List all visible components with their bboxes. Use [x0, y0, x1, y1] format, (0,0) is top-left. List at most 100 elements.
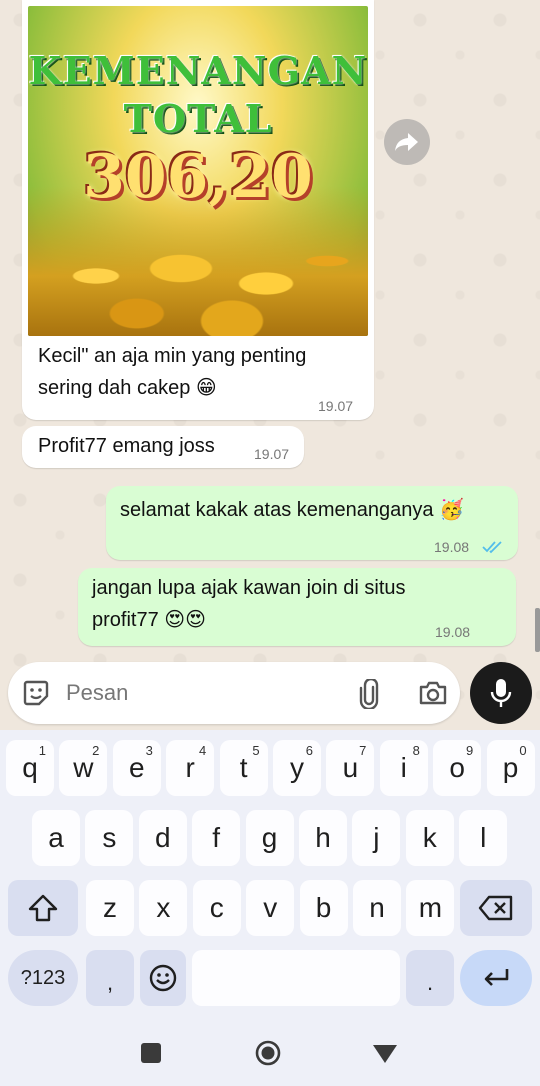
shift-key[interactable] — [8, 880, 78, 936]
keyboard: q1w2e3r4t5y6u7i8o9p0 asdfghjkl zxcvbnm ?… — [0, 730, 540, 1086]
key-f[interactable]: f — [192, 810, 241, 866]
key-w[interactable]: w2 — [59, 740, 108, 796]
key-i[interactable]: i8 — [379, 740, 428, 796]
symbols-key[interactable]: ?123 — [8, 950, 78, 1006]
period-key[interactable]: . — [406, 950, 454, 1006]
key-label: a — [48, 822, 64, 853]
promo-title-line2: TOTAL — [123, 96, 273, 141]
key-label: d — [155, 822, 171, 853]
key-label: g — [261, 822, 278, 853]
forward-button[interactable] — [384, 119, 430, 165]
read-receipt-icon — [482, 541, 502, 554]
key-label: f — [212, 822, 221, 853]
space-key[interactable] — [192, 950, 400, 1006]
camera-icon[interactable] — [418, 680, 448, 706]
key-label: c — [209, 892, 224, 923]
message-time: 19.07 — [254, 446, 290, 462]
key-j[interactable]: j — [352, 810, 401, 866]
backspace-icon — [478, 895, 513, 921]
key-m[interactable]: m — [406, 880, 455, 936]
key-label: r — [185, 752, 195, 783]
key-label: l — [480, 822, 487, 853]
key-hint: 8 — [412, 743, 420, 758]
key-hint: 1 — [38, 743, 46, 758]
key-y[interactable]: y6 — [273, 740, 321, 796]
enter-icon — [484, 969, 509, 986]
promo-image[interactable]: KEMENANGAN TOTAL 306,20 — [28, 6, 368, 336]
key-hint: 7 — [359, 743, 367, 758]
backspace-key[interactable] — [460, 880, 532, 936]
incoming-message-bubble[interactable]: Profit77 emang joss 19.07 — [22, 426, 304, 468]
shift-icon — [28, 894, 58, 922]
scrollbar[interactable] — [535, 608, 540, 652]
key-u[interactable]: u7 — [326, 740, 375, 796]
key-hint: 6 — [305, 743, 313, 758]
key-label: i — [400, 752, 407, 783]
key-label: b — [315, 892, 332, 923]
key-label: j — [373, 822, 380, 853]
key-l[interactable]: l — [459, 810, 508, 866]
back-button[interactable] — [372, 1044, 398, 1064]
key-t[interactable]: t5 — [219, 740, 268, 796]
key-label: q — [22, 752, 38, 783]
key-label: z — [103, 892, 117, 923]
key-o[interactable]: o9 — [433, 740, 482, 796]
key-q[interactable]: q1 — [6, 740, 54, 796]
enter-key[interactable] — [460, 950, 532, 1006]
promo-title-line1: KEMENANGAN — [28, 48, 368, 93]
mic-button[interactable] — [470, 662, 532, 724]
key-p[interactable]: p0 — [486, 740, 535, 796]
message-input[interactable]: Pesan — [66, 680, 128, 706]
message-time: 19.07 — [318, 398, 354, 414]
emoji-key[interactable] — [140, 950, 186, 1006]
comma-key[interactable]: , — [86, 950, 134, 1006]
message-text: Profit77 emang joss — [38, 435, 215, 457]
message-text: jangan lupa ajak kawan join di situs pro… — [92, 577, 406, 631]
key-c[interactable]: c — [192, 880, 241, 936]
outgoing-message-bubble[interactable]: selamat kakak atas kemenanganya 🥳 19.08 — [106, 486, 518, 560]
message-composer[interactable]: Pesan — [8, 662, 460, 724]
message-text: selamat kakak atas kemenanganya 🥳 — [120, 499, 464, 521]
key-label: k — [422, 822, 437, 853]
attach-icon[interactable] — [358, 679, 380, 709]
key-label: y — [290, 752, 304, 783]
promo-amount: 306,20 — [83, 142, 313, 212]
image-message-bubble[interactable]: KEMENANGAN TOTAL 306,20 Kecil" an aja mi… — [22, 0, 374, 420]
key-a[interactable]: a — [32, 810, 80, 866]
key-label: p — [502, 752, 519, 783]
message-time: 19.08 — [435, 624, 471, 640]
key-hint: 9 — [465, 743, 474, 758]
key-r[interactable]: r4 — [166, 740, 215, 796]
sticker-icon[interactable] — [22, 679, 50, 707]
home-button[interactable] — [254, 1039, 282, 1067]
key-s[interactable]: s — [85, 810, 134, 866]
key-label: s — [102, 822, 117, 853]
key-label: t — [239, 752, 248, 783]
key-n[interactable]: n — [353, 880, 401, 936]
outgoing-message-bubble[interactable]: jangan lupa ajak kawan join di situs pro… — [78, 568, 516, 646]
message-time: 19.08 — [434, 539, 470, 555]
key-d[interactable]: d — [138, 810, 187, 866]
key-label: m — [418, 892, 443, 923]
key-v[interactable]: v — [246, 880, 295, 936]
chat-area[interactable]: KEMENANGAN TOTAL 306,20 Kecil" an aja mi… — [0, 0, 540, 730]
key-hint: 2 — [92, 743, 100, 758]
key-hint: 5 — [252, 743, 260, 758]
key-hint: 0 — [519, 743, 527, 758]
image-caption: Kecil" an aja min yang penting sering da… — [38, 345, 307, 399]
recents-button[interactable] — [141, 1043, 161, 1063]
key-b[interactable]: b — [299, 880, 348, 936]
key-z[interactable]: z — [86, 880, 134, 936]
forward-icon — [395, 133, 418, 151]
key-label: v — [263, 892, 278, 923]
key-label: x — [156, 892, 171, 923]
key-e[interactable]: e3 — [112, 740, 161, 796]
key-x[interactable]: x — [139, 880, 188, 936]
key-label: e — [129, 752, 145, 783]
key-label: h — [315, 822, 331, 853]
key-g[interactable]: g — [245, 810, 294, 866]
key-h[interactable]: h — [299, 810, 347, 866]
key-k[interactable]: k — [405, 810, 454, 866]
key-label: u — [342, 752, 359, 783]
key-label: o — [449, 752, 465, 783]
